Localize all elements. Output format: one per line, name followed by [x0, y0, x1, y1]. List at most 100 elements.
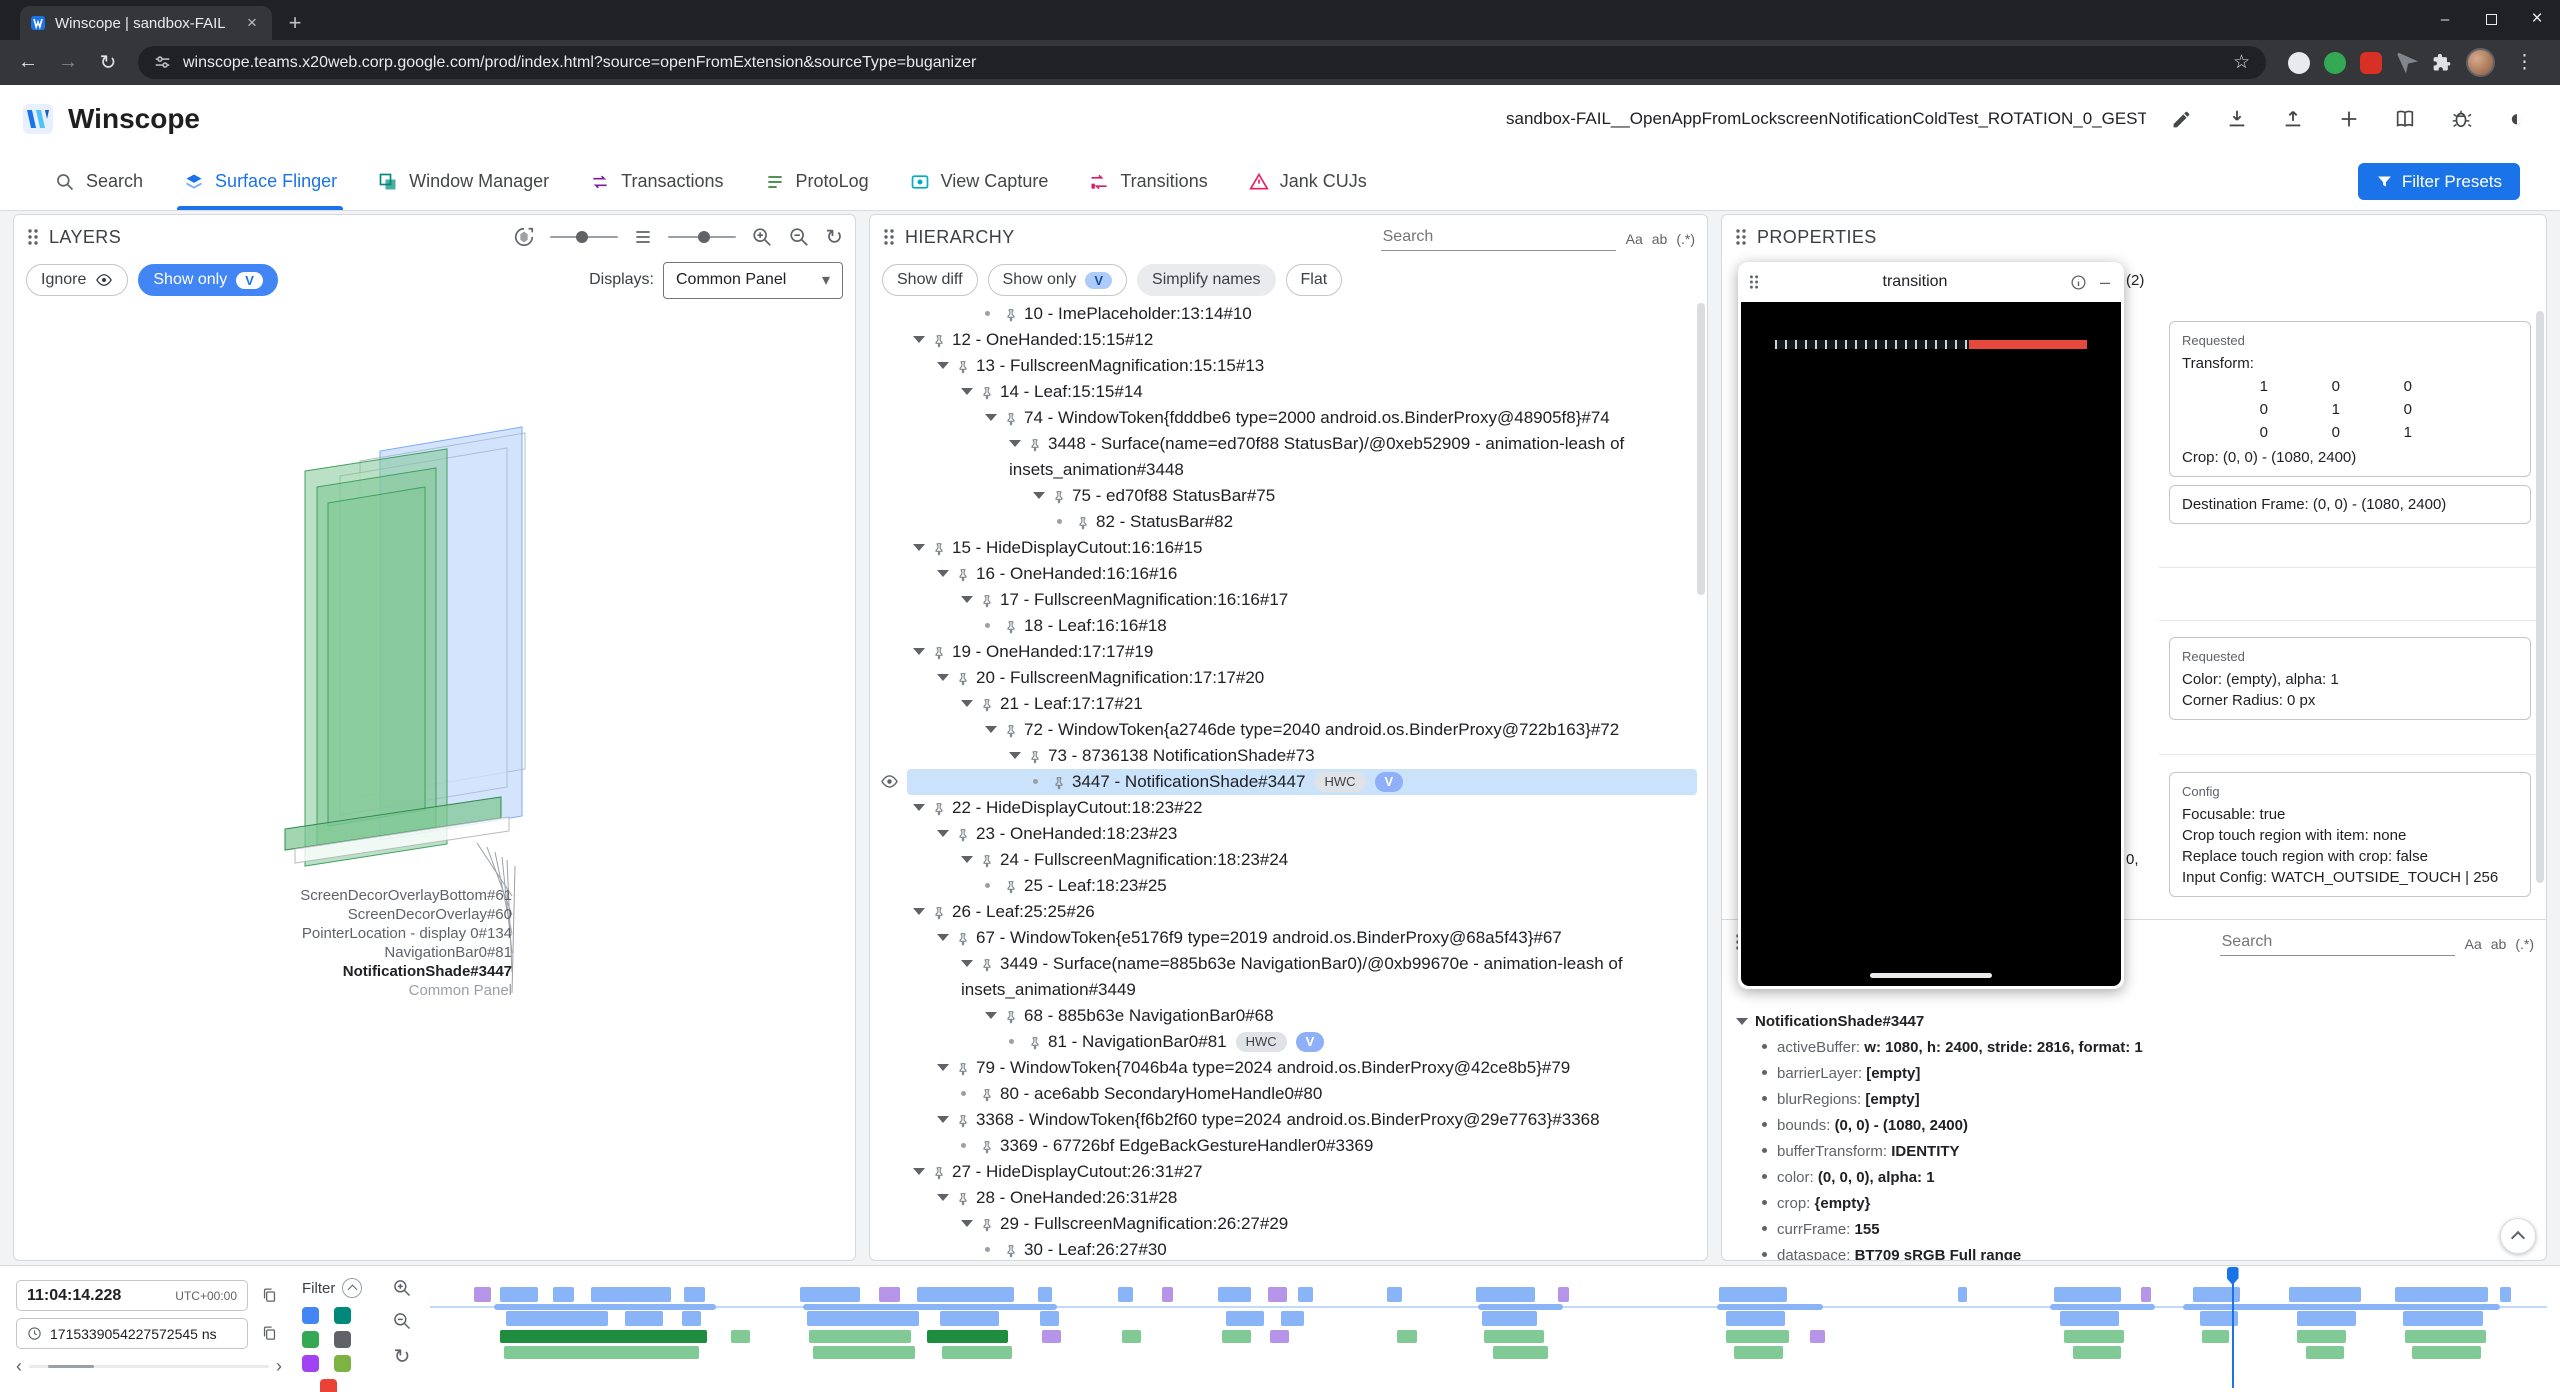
tree-node[interactable]: 29 - FullscreenMagnification:26:27#29: [871, 1211, 1697, 1237]
chevron-down-icon[interactable]: [961, 596, 973, 603]
upload-icon[interactable]: [2272, 98, 2314, 140]
browser-tab[interactable]: Winscope | sandbox-FAIL ×: [20, 6, 272, 40]
trace-segment[interactable]: [1958, 1287, 1966, 1302]
trace-segment[interactable]: [506, 1311, 608, 1326]
bookmark-star-icon[interactable]: ☆: [2233, 51, 2250, 74]
layer-label[interactable]: NotificationShade#3447: [135, 962, 512, 981]
trace-segment[interactable]: [1042, 1330, 1061, 1343]
regex-icon[interactable]: (.*): [2515, 936, 2534, 952]
screen-recording-trace-icon[interactable]: [334, 1331, 351, 1348]
layer-label[interactable]: ScreenDecorOverlay#60: [135, 905, 512, 924]
property-row[interactable]: blurRegions: [empty]: [1736, 1087, 2534, 1113]
trace-segment[interactable]: [591, 1287, 671, 1302]
drag-handle-icon[interactable]: [26, 228, 40, 246]
scroll-left-icon[interactable]: ‹: [16, 1356, 22, 1377]
detail-root-node[interactable]: NotificationShade#3447: [1736, 1008, 2534, 1035]
drag-handle-icon[interactable]: [1734, 228, 1748, 246]
tab-protolog[interactable]: ProtoLog: [744, 153, 889, 210]
trace-line-segment[interactable]: [494, 1304, 716, 1310]
property-row[interactable]: color: (0, 0, 0), alpha: 1: [1736, 1165, 2534, 1191]
trace-segment[interactable]: [2054, 1287, 2122, 1302]
trace-segment[interactable]: [625, 1311, 663, 1326]
trace-segment[interactable]: [1734, 1346, 1783, 1359]
trace-segment[interactable]: [1270, 1330, 1289, 1343]
tree-node[interactable]: 30 - Leaf:26:27#30: [871, 1237, 1697, 1259]
edit-icon[interactable]: [2160, 98, 2202, 140]
trace-segment[interactable]: [2306, 1346, 2344, 1359]
browser-menu-icon[interactable]: ⋮: [2509, 51, 2540, 74]
theme-toggle-icon[interactable]: ◐: [2496, 98, 2538, 140]
zoom-in-icon[interactable]: [392, 1278, 412, 1298]
chevron-down-icon[interactable]: [937, 1064, 949, 1071]
trace-segment[interactable]: [731, 1330, 750, 1343]
trace-segment[interactable]: [1226, 1311, 1264, 1326]
tree-node[interactable]: 19 - OneHanded:17:17#19: [871, 639, 1697, 665]
trace-segment[interactable]: [1719, 1287, 1787, 1302]
scroll-to-top-button[interactable]: [2500, 1218, 2536, 1254]
trace-segment[interactable]: [2500, 1287, 2511, 1302]
layer-label[interactable]: ScreenDecorOverlayBottom#61: [135, 886, 512, 905]
reset-view-icon[interactable]: ↻: [825, 225, 843, 250]
chevron-down-icon[interactable]: [913, 1168, 925, 1175]
match-word-icon[interactable]: ab: [2491, 936, 2507, 952]
chevron-down-icon[interactable]: [961, 388, 973, 395]
chevron-down-icon[interactable]: [937, 934, 949, 941]
chevron-down-icon[interactable]: [961, 960, 973, 967]
transactions-trace-icon[interactable]: [334, 1307, 351, 1324]
tree-node[interactable]: 14 - Leaf:15:15#14: [871, 379, 1697, 405]
match-case-icon[interactable]: Aa: [2465, 936, 2482, 952]
trace-segment[interactable]: [553, 1287, 574, 1302]
trace-segment[interactable]: [2202, 1330, 2230, 1343]
trace-segment[interactable]: [684, 1287, 705, 1302]
url-bar[interactable]: winscope.teams.x20web.corp.google.com/pr…: [138, 46, 2266, 79]
chevron-down-icon[interactable]: [937, 570, 949, 577]
property-row[interactable]: barrierLayer: [empty]: [1736, 1061, 2534, 1087]
tab-jank-cujs[interactable]: Jank CUJs: [1228, 153, 1387, 210]
zoom-out-icon[interactable]: [788, 226, 810, 248]
timeline-cursor-handle[interactable]: [2227, 1267, 2239, 1285]
copy-icon[interactable]: [256, 1321, 282, 1347]
forward-icon[interactable]: →: [50, 45, 86, 81]
chevron-down-icon[interactable]: [985, 1012, 997, 1019]
trace-segment[interactable]: [813, 1346, 915, 1359]
tree-node[interactable]: 75 - ed70f88 StatusBar#75: [871, 483, 1697, 509]
tree-node[interactable]: 15 - HideDisplayCutout:16:16#15: [871, 535, 1697, 561]
chevron-down-icon[interactable]: [961, 856, 973, 863]
transition-overlay-window[interactable]: transition –: [1738, 262, 2124, 989]
displays-select[interactable]: Common Panel ▾: [663, 262, 843, 299]
chevron-down-icon[interactable]: [937, 674, 949, 681]
tree-node[interactable]: 16 - OneHanded:16:16#16: [871, 561, 1697, 587]
trace-segment[interactable]: [942, 1346, 1012, 1359]
spacing-slider[interactable]: [668, 236, 736, 238]
trace-segment[interactable]: [1162, 1287, 1173, 1302]
trace-segment[interactable]: [1726, 1311, 1785, 1326]
visibility-eye-icon[interactable]: [871, 769, 907, 791]
match-case-icon[interactable]: Aa: [1626, 231, 1643, 247]
trace-segment[interactable]: [1810, 1330, 1825, 1343]
extension-icon-4[interactable]: [2396, 52, 2418, 74]
trace-segment[interactable]: [879, 1287, 900, 1302]
tree-node[interactable]: 80 - ace6abb SecondaryHomeHandle0#80: [871, 1081, 1697, 1107]
trace-segment[interactable]: [1281, 1311, 1304, 1326]
extension-icon-1[interactable]: [2288, 52, 2310, 74]
trace-segment[interactable]: [500, 1287, 538, 1302]
tree-node[interactable]: 82 - StatusBar#82: [871, 509, 1697, 535]
drag-handle-icon[interactable]: [1748, 274, 1760, 290]
zoom-in-icon[interactable]: [751, 226, 773, 248]
site-info-icon[interactable]: [154, 54, 171, 71]
zoom-out-icon[interactable]: [392, 1311, 412, 1331]
layer-label[interactable]: PointerLocation - display 0#134: [135, 924, 512, 943]
chevron-down-icon[interactable]: [985, 414, 997, 421]
trace-segment[interactable]: [1387, 1287, 1402, 1302]
tab-transactions[interactable]: Transactions: [569, 153, 743, 210]
filter-chip-show-diff[interactable]: Show diff: [882, 264, 978, 296]
regex-icon[interactable]: (.*): [1676, 231, 1695, 247]
chevron-down-icon[interactable]: [1033, 492, 1045, 499]
trace-segment[interactable]: [1222, 1330, 1252, 1343]
trace-line-segment[interactable]: [803, 1304, 1057, 1310]
layer-label[interactable]: Common Panel: [135, 981, 512, 1000]
trace-segment[interactable]: [1482, 1311, 1537, 1326]
trace-segment[interactable]: [940, 1311, 999, 1326]
hierarchy-scrollbar[interactable]: [1697, 303, 1705, 595]
chevron-down-icon[interactable]: [913, 336, 925, 343]
